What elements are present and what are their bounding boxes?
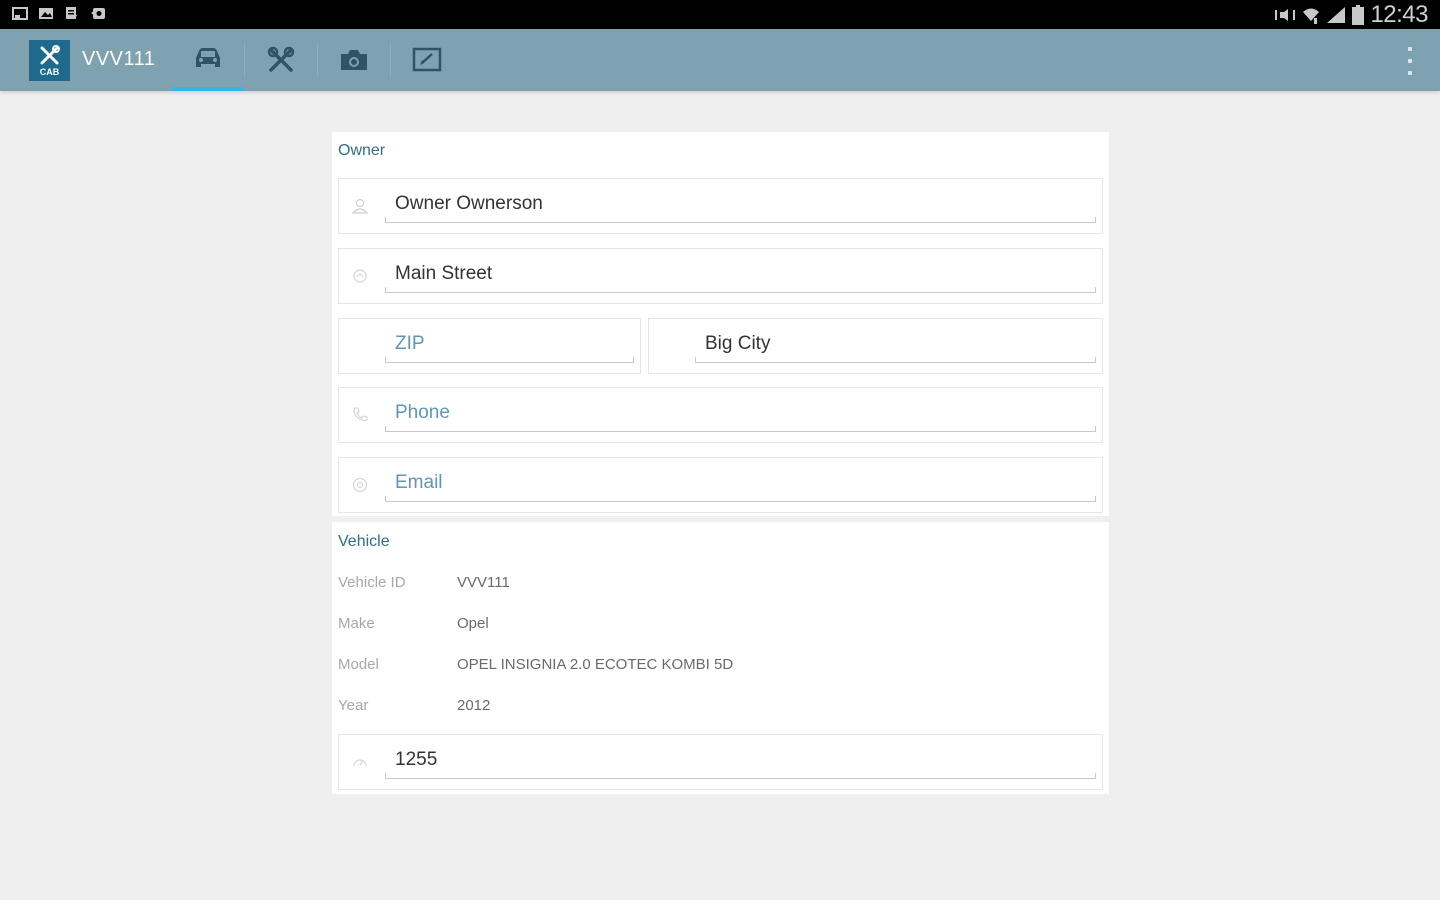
email-icon [352,477,368,493]
tab-vehicle[interactable] [172,29,244,91]
email-field[interactable]: Email [338,457,1103,513]
input-underline [695,357,1096,363]
page-title: VVV111 [82,48,156,70]
vehicle-id-label: Vehicle ID [338,574,406,591]
make-label: Make [338,615,375,632]
edit-icon [412,47,442,72]
input-underline [385,217,1096,223]
input-underline [385,357,634,363]
download-icon [66,7,77,19]
wifi-icon [1303,8,1320,24]
year-label: Year [338,697,369,714]
sync-icon [91,8,105,19]
clock: 12:43 [1370,0,1428,28]
signal-icon [1327,6,1346,23]
action-bar: CAB VVV111 [0,29,1440,91]
zip-placeholder: ZIP [395,333,425,354]
owner-name-field[interactable]: Owner Ownerson [338,178,1103,234]
vehicle-card: Vehicle Vehicle ID VVV111 Make Opel Mode… [332,522,1109,794]
overflow-menu-icon[interactable] [1402,47,1418,75]
street-value: Main Street [395,263,493,284]
battery-icon [1352,4,1365,25]
make-value: Opel [457,615,489,632]
vehicle-id-value: VVV111 [457,574,510,591]
tab-edit[interactable] [391,29,463,91]
mileage-value: 1255 [395,749,438,770]
home-icon [353,269,367,283]
zip-field[interactable]: ZIP [338,318,641,374]
owner-section-title: Owner [338,142,386,159]
input-underline [385,426,1096,432]
person-icon [351,198,369,214]
car-icon [196,48,220,67]
model-value: OPEL INSIGNIA 2.0 ECOTEC KOMBI 5D [457,656,734,673]
email-placeholder: Email [395,472,443,493]
tab-tools[interactable] [245,29,317,91]
model-label: Model [338,656,379,673]
owner-name-value: Owner Ownerson [395,193,543,214]
city-value: Big City [705,333,771,354]
mileage-field[interactable]: 1255 [338,734,1103,790]
mute-icon [1275,8,1296,21]
app-logo-text: CAB [39,67,60,77]
input-underline [385,496,1096,502]
year-value: 2012 [457,697,491,714]
phone-field[interactable]: Phone [338,387,1103,443]
gallery-icon [39,8,53,19]
phone-icon [353,407,368,421]
owner-card: Owner Owner Ownerson Main Street ZIP Big… [332,132,1109,516]
phone-placeholder: Phone [395,402,450,423]
camera-icon [341,50,367,70]
input-underline [385,773,1096,779]
vehicle-section-title: Vehicle [338,533,390,550]
street-field[interactable]: Main Street [338,248,1103,304]
app-logo[interactable]: CAB [29,40,70,81]
input-underline [385,287,1096,293]
speedometer-icon [353,759,367,767]
screenshot-icon [12,7,28,20]
tab-photos[interactable] [318,29,390,91]
status-bar: 12:43 [0,0,1440,29]
city-field[interactable]: Big City [648,318,1103,374]
tools-icon [267,46,295,72]
